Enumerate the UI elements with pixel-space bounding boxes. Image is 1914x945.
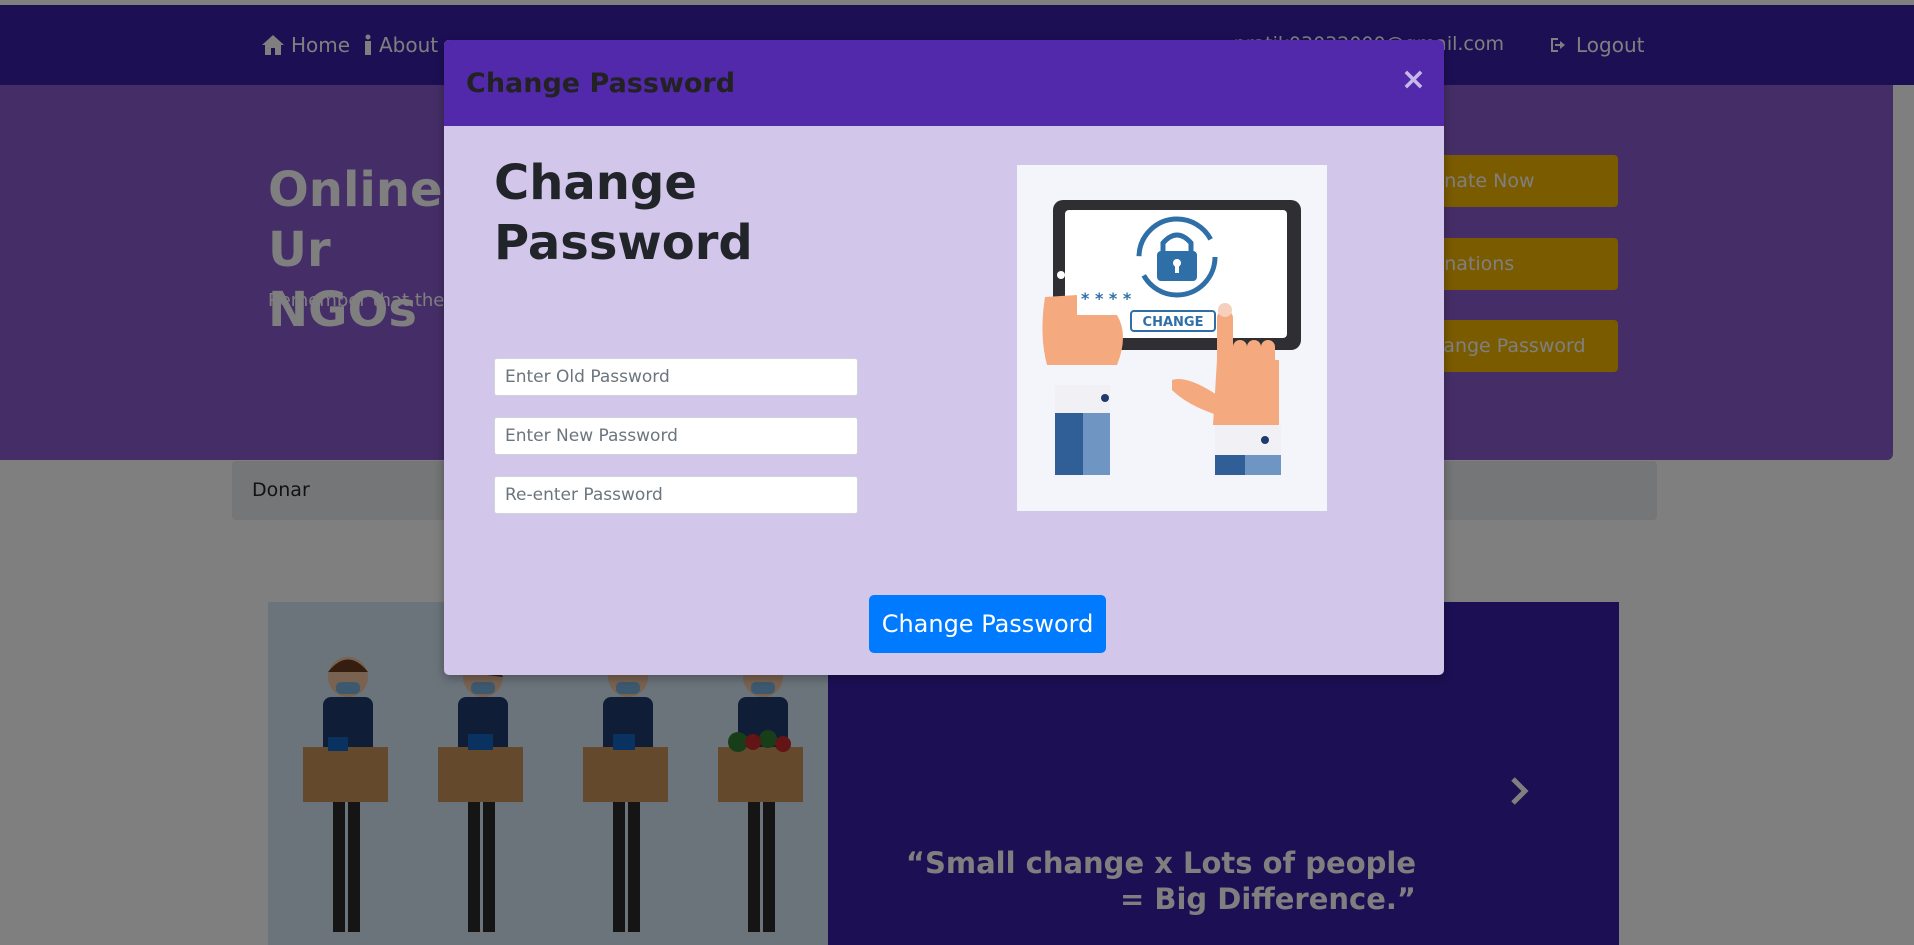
change-password-illustration: * * * * CHANGE bbox=[1017, 165, 1327, 511]
modal-header: Change Password × bbox=[444, 40, 1444, 126]
new-password-input[interactable] bbox=[494, 417, 858, 455]
close-icon[interactable]: × bbox=[1401, 62, 1426, 97]
reenter-password-input[interactable] bbox=[494, 476, 858, 514]
change-password-modal: Change Password × Change Password * * * … bbox=[444, 40, 1444, 675]
modal-title: Change Password bbox=[466, 68, 736, 99]
change-password-submit-button[interactable]: Change Password bbox=[869, 595, 1106, 653]
form-heading: Change Password bbox=[494, 155, 753, 271]
illustration-stars: * * * * bbox=[1081, 289, 1132, 308]
illustration-change-label: CHANGE bbox=[1143, 315, 1204, 330]
old-password-input[interactable] bbox=[494, 358, 858, 396]
